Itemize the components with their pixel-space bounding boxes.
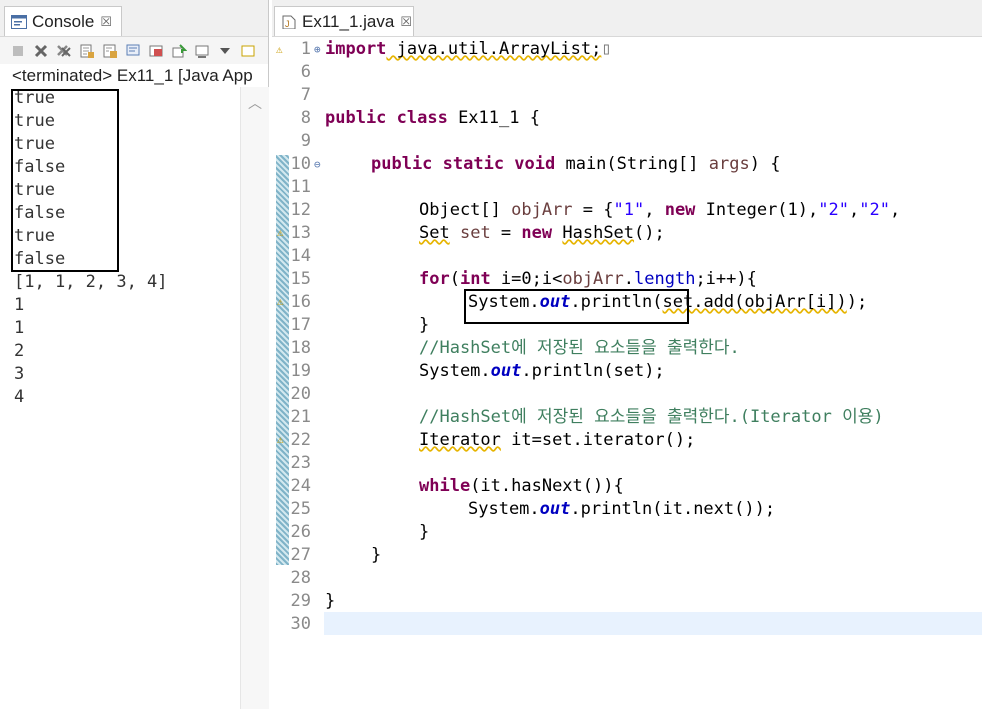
output-line: 3 [14,364,25,384]
remove-all-icon[interactable] [56,43,72,59]
console-tab[interactable]: Console ☒ [4,6,122,36]
console-tab-bar: Console ☒ [0,0,268,37]
word-wrap-icon[interactable] [125,43,141,59]
line-number: 25 [290,499,311,519]
line-number: 27 [290,545,311,565]
line-number: 8 [300,108,311,128]
line-number: 11 [290,177,311,197]
line-number: 21 [290,407,311,427]
warning-icon[interactable]: ⚠ [277,295,284,308]
close-icon[interactable]: ☒ [100,14,112,30]
highlight-box [11,89,119,272]
console-icon [11,14,27,29]
code-line-29[interactable]: } [325,590,335,613]
editor-tab-bar: J Ex11_1.java ☒ [272,0,982,37]
java-file-icon: J [282,15,296,29]
code-line-1[interactable]: import java.util.ArrayList;▯ [325,38,612,61]
line-number: 20 [290,384,311,404]
warning-icon[interactable]: ⚠ [276,43,283,56]
scroll-up-icon[interactable]: ︿ [248,93,262,113]
line-number: 10 [290,154,311,174]
remove-launch-icon[interactable] [33,43,49,59]
output-line: 4 [14,387,25,407]
line-number: 19 [290,361,311,381]
scroll-lock-icon[interactable] [102,43,118,59]
console-status: <terminated> Ex11_1 [Java App [12,66,253,85]
dropdown-icon[interactable] [217,43,233,59]
code-line-26[interactable]: } [419,521,429,544]
editor-tab-ex11-1[interactable]: J Ex11_1.java ☒ [274,6,414,36]
code-line-22[interactable]: Iterator it=set.iterator(); [419,429,695,452]
line-number: 24 [290,476,311,496]
code-line-15[interactable]: for(int i=0;i<objArr.length;i++){ [419,268,757,291]
terminate-icon[interactable] [10,43,26,59]
editor-tab-label: Ex11_1.java [302,11,395,31]
code-line-19[interactable]: System.out.println(set); [419,360,665,383]
line-number: 15 [290,269,311,289]
output-line: [1, 1, 2, 3, 4] [14,272,168,292]
line-number: 16 [290,292,311,312]
line-number: 26 [290,522,311,542]
code-line-12[interactable]: Object[] objArr = {"1", new Integer(1),"… [419,199,900,222]
line-number: 29 [290,591,311,611]
code-line-17[interactable]: } [419,314,429,337]
code-line-8[interactable]: public class Ex11_1 { [325,107,540,130]
folded-imports-icon: ▯ [601,39,612,59]
console-tab-label: Console [32,11,95,31]
display-console-icon[interactable] [194,43,210,59]
line-number: 12 [290,200,311,220]
line-number: 23 [290,453,311,473]
output-line: 1 [14,295,25,315]
code-line-18[interactable]: //HashSet에 저장된 요소들을 출력한다. [419,337,740,360]
pin-console-icon[interactable] [171,43,187,59]
line-number: 6 [300,62,311,82]
code-line-24[interactable]: while(it.hasNext()){ [419,475,624,498]
code-line-13[interactable]: Set set = new HashSet(); [419,222,665,245]
console-toolbar [0,37,268,64]
line-number: 28 [290,568,311,588]
console-view: Console ☒ <terminated> Ex11_1 [Java App … [0,0,269,709]
line-number: 7 [300,85,311,105]
open-console-icon[interactable] [240,43,256,59]
line-number: 18 [290,338,311,358]
code-line-27[interactable]: } [371,544,381,567]
collapse-fold-icon[interactable]: ⊖ [314,158,321,171]
line-number: 30 [290,614,311,634]
code-line-10[interactable]: public static void main(String[] args) { [371,153,780,176]
warning-icon[interactable]: ⚠ [277,226,284,239]
svg-text:J: J [285,19,290,29]
highlight-box [464,289,689,324]
line-number: 9 [300,131,311,151]
line-number: 22 [290,430,311,450]
output-line: 2 [14,341,25,361]
line-number: 14 [290,246,311,266]
output-line: 1 [14,318,25,338]
line-number: 1 [300,39,311,59]
show-console-icon[interactable] [148,43,164,59]
line-number: 17 [290,315,311,335]
console-scrollbar[interactable]: ︿ [240,87,269,709]
expand-fold-icon[interactable]: ⊕ [314,43,321,56]
current-line-highlight [324,612,982,635]
close-icon[interactable]: ☒ [400,14,412,30]
clear-console-icon[interactable] [79,43,95,59]
java-editor: J Ex11_1.java ☒ ⚠ ⚠ ⚠ ⚠ 1 6 7 8 9 10 11 … [272,0,982,709]
warning-icon[interactable]: ⚠ [277,433,284,446]
code-line-25[interactable]: System.out.println(it.next()); [468,498,775,521]
line-number: 13 [290,223,311,243]
code-line-21[interactable]: //HashSet에 저장된 요소들을 출력한다.(Iterator 이용) [419,406,884,429]
